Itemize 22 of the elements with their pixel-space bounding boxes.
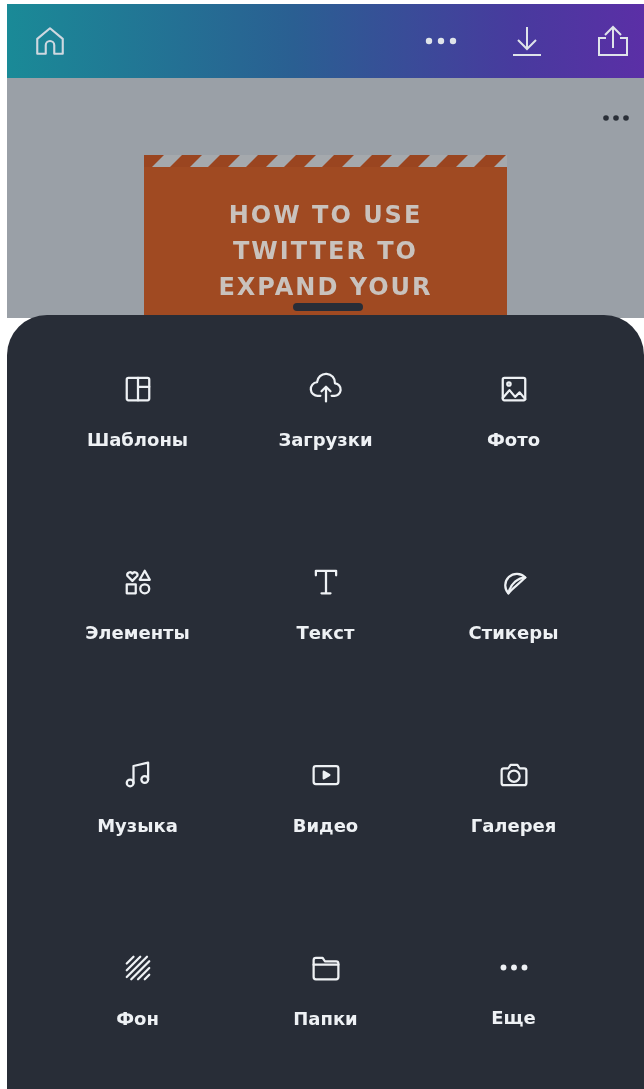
menu-tile[interactable]: Папки: [231, 950, 420, 1076]
drag-handle[interactable]: [293, 303, 363, 311]
menu-tile[interactable]: Музыка: [43, 757, 232, 883]
more-icon: [499, 964, 528, 971]
more-icon[interactable]: [424, 36, 458, 46]
share-icon[interactable]: [596, 24, 630, 58]
download-icon[interactable]: [510, 24, 544, 58]
menu-tile[interactable]: Шаблоны: [43, 371, 232, 497]
design-title: HOW TO USE: [228, 200, 423, 231]
design-title: EXPAND YOUR: [218, 272, 433, 303]
menu-tile[interactable]: Фон: [43, 950, 232, 1076]
design-title: TWITTER TO: [232, 236, 419, 267]
menu-tile[interactable]: Видео: [231, 757, 420, 883]
menu-tile[interactable]: Галерея: [419, 757, 608, 883]
menu-tile[interactable]: Еще: [419, 950, 608, 1076]
menu-tile[interactable]: Текст: [231, 564, 420, 690]
menu-tile[interactable]: Фото: [419, 371, 608, 497]
menu-tile[interactable]: Загрузки: [231, 371, 420, 497]
menu-tile[interactable]: Элементы: [43, 564, 232, 690]
more-icon[interactable]: [602, 114, 630, 122]
home-icon[interactable]: [33, 24, 67, 58]
menu-tile[interactable]: Стикеры: [419, 564, 608, 690]
